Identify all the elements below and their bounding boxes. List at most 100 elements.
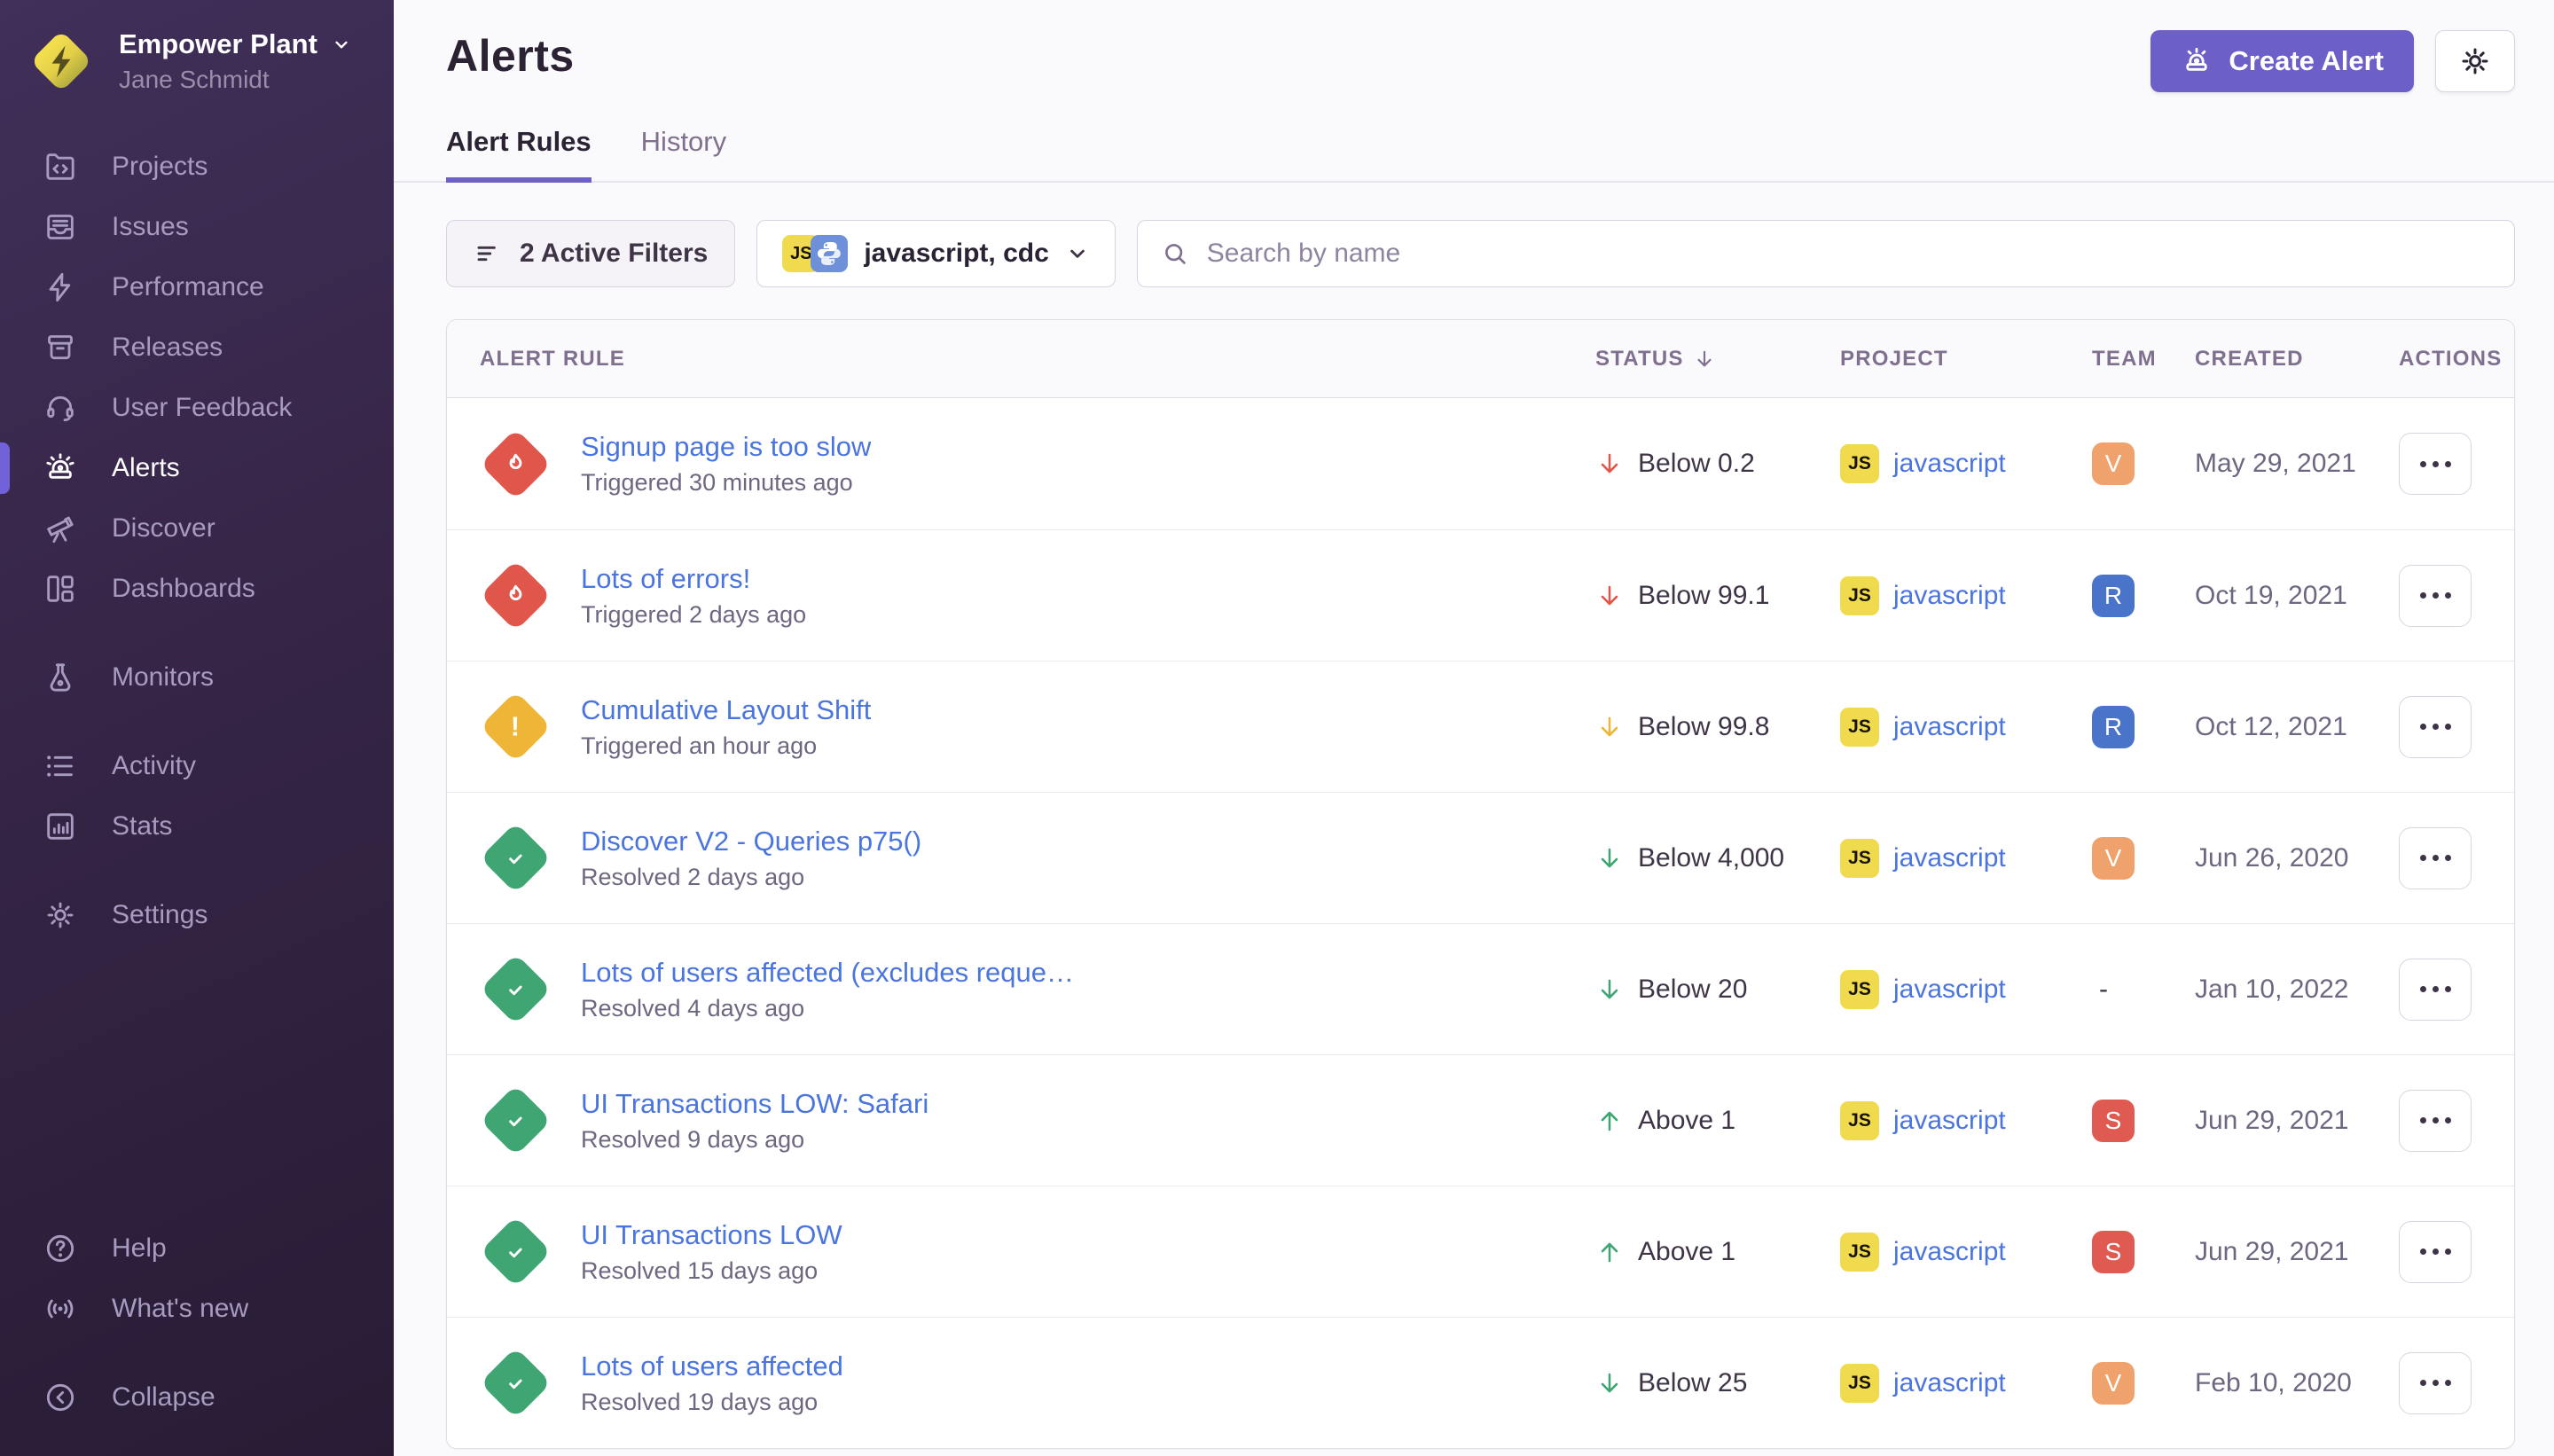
sidebar-item-label: Activity bbox=[112, 751, 196, 781]
active-indicator bbox=[0, 442, 10, 494]
status-threshold: Below 0.2 bbox=[1638, 449, 1755, 479]
check-icon bbox=[501, 844, 529, 873]
arrow-down-icon bbox=[1595, 844, 1624, 873]
sidebar-item-releases[interactable]: Releases bbox=[0, 317, 394, 378]
monitors-icon bbox=[43, 660, 78, 695]
tab-alert-rules[interactable]: Alert Rules bbox=[446, 126, 591, 183]
python-logo-icon bbox=[812, 237, 846, 270]
search-input[interactable] bbox=[1207, 239, 2491, 269]
project-link[interactable]: javascript bbox=[1893, 1237, 2006, 1267]
org-switcher[interactable]: Empower Plant Jane Schmidt bbox=[0, 0, 394, 117]
gear-icon bbox=[2458, 44, 2492, 78]
create-alert-button[interactable]: Create Alert bbox=[2151, 30, 2414, 92]
row-actions-button[interactable] bbox=[2399, 1090, 2472, 1152]
project-link[interactable]: javascript bbox=[1893, 1106, 2006, 1136]
project-link[interactable]: javascript bbox=[1893, 843, 2006, 873]
sidebar-item-dashboards[interactable]: Dashboards bbox=[0, 559, 394, 619]
table-row[interactable]: UI Transactions LOW: Safari Resolved 9 d… bbox=[447, 1054, 2514, 1186]
project-link[interactable]: javascript bbox=[1893, 581, 2006, 611]
column-header-status[interactable]: Status bbox=[1595, 347, 1840, 372]
tab-history[interactable]: History bbox=[641, 126, 726, 183]
sidebar-item-alerts[interactable]: Alerts bbox=[0, 438, 394, 498]
project-cell: JS javascript bbox=[1840, 1364, 2092, 1403]
nav-group-gap bbox=[0, 1339, 394, 1367]
table-row[interactable]: Signup page is too slow Triggered 30 min… bbox=[447, 398, 2514, 529]
sidebar-item-label: Projects bbox=[112, 152, 208, 182]
active-filters-button[interactable]: 2 Active Filters bbox=[446, 220, 735, 287]
sidebar-item-performance[interactable]: Performance bbox=[0, 257, 394, 317]
alert-rule-cell: Signup page is too slow Triggered 30 min… bbox=[447, 428, 1595, 499]
row-actions-button[interactable] bbox=[2399, 565, 2472, 627]
filter-icon bbox=[474, 239, 502, 268]
project-selector[interactable]: JS javascript, cdc bbox=[756, 220, 1115, 287]
team-cell: R bbox=[2092, 575, 2195, 617]
sidebar-item-settings[interactable]: Settings bbox=[0, 885, 394, 945]
sidebar-item-stats[interactable]: Stats bbox=[0, 796, 394, 857]
alert-rule-link[interactable]: Lots of errors! bbox=[581, 563, 806, 595]
column-header-created: Created bbox=[2195, 347, 2399, 372]
alert-settings-button[interactable] bbox=[2435, 30, 2515, 92]
alert-rule-link[interactable]: Signup page is too slow bbox=[581, 431, 871, 463]
team-cell: V bbox=[2092, 442, 2195, 485]
project-link[interactable]: javascript bbox=[1893, 975, 2006, 1005]
alert-rule-cell: ! Cumulative Layout Shift Triggered an h… bbox=[447, 692, 1595, 763]
python-project-icon bbox=[811, 235, 848, 272]
project-link[interactable]: javascript bbox=[1893, 712, 2006, 742]
sidebar-item-activity[interactable]: Activity bbox=[0, 736, 394, 796]
row-actions-button[interactable] bbox=[2399, 827, 2472, 889]
alert-status-icon bbox=[480, 1217, 551, 1288]
discover-icon bbox=[43, 511, 78, 546]
created-cell: Feb 10, 2020 bbox=[2195, 1368, 2399, 1398]
sidebar-item-discover[interactable]: Discover bbox=[0, 498, 394, 559]
project-cell: JS javascript bbox=[1840, 708, 2092, 747]
header-actions: Create Alert bbox=[2151, 30, 2515, 92]
nav-group-gap bbox=[0, 619, 394, 647]
project-cell: JS javascript bbox=[1840, 1101, 2092, 1140]
alert-rule-link[interactable]: Lots of users affected bbox=[581, 1350, 843, 1382]
table-row[interactable]: Discover V2 - Queries p75() Resolved 2 d… bbox=[447, 792, 2514, 923]
project-link[interactable]: javascript bbox=[1893, 449, 2006, 479]
table-row[interactable]: ! Cumulative Layout Shift Triggered an h… bbox=[447, 661, 2514, 792]
alert-rule-activity: Resolved 19 days ago bbox=[581, 1389, 843, 1416]
alert-rule-link[interactable]: Discover V2 - Queries p75() bbox=[581, 826, 921, 857]
alert-rule-link[interactable]: UI Transactions LOW bbox=[581, 1219, 842, 1251]
sidebar-item-label: Stats bbox=[112, 811, 172, 842]
table-row[interactable]: UI Transactions LOW Resolved 15 days ago… bbox=[447, 1186, 2514, 1317]
status-threshold: Below 4,000 bbox=[1638, 843, 1784, 873]
dashboards-icon bbox=[43, 571, 78, 607]
row-actions-button[interactable] bbox=[2399, 433, 2472, 495]
table-row[interactable]: Lots of errors! Triggered 2 days ago Bel… bbox=[447, 529, 2514, 661]
projects-icon bbox=[43, 149, 78, 184]
table-row[interactable]: Lots of users affected Resolved 19 days … bbox=[447, 1317, 2514, 1448]
alert-rule-cell: Discover V2 - Queries p75() Resolved 2 d… bbox=[447, 823, 1595, 894]
sidebar-item-issues[interactable]: Issues bbox=[0, 197, 394, 257]
check-icon bbox=[501, 1238, 529, 1266]
sidebar-item-what-s-new[interactable]: What's new bbox=[0, 1279, 394, 1339]
arrow-up-icon bbox=[1595, 1107, 1624, 1135]
sidebar-item-user-feedback[interactable]: User Feedback bbox=[0, 378, 394, 438]
alert-rule-link[interactable]: Cumulative Layout Shift bbox=[581, 694, 871, 726]
main-content: Alerts Create Alert Alert RulesHistory 2… bbox=[394, 0, 2554, 1456]
row-actions-button[interactable] bbox=[2399, 959, 2472, 1021]
alert-rule-link[interactable]: Lots of users affected (excludes reque… bbox=[581, 957, 1074, 989]
sidebar-item-monitors[interactable]: Monitors bbox=[0, 647, 394, 708]
table-row[interactable]: Lots of users affected (excludes reque… … bbox=[447, 923, 2514, 1054]
search-icon bbox=[1161, 239, 1189, 268]
row-actions-button[interactable] bbox=[2399, 696, 2472, 758]
sort-desc-icon bbox=[1693, 348, 1716, 371]
table-header-row: Alert RuleStatusProjectTeamCreatedAction… bbox=[447, 320, 2514, 398]
column-header-alert-rule: Alert Rule bbox=[447, 347, 1595, 372]
alert-rule-cell: Lots of users affected Resolved 19 days … bbox=[447, 1348, 1595, 1419]
row-actions-button[interactable] bbox=[2399, 1352, 2472, 1414]
alert-status-icon bbox=[480, 1348, 551, 1419]
sidebar-item-help[interactable]: Help bbox=[0, 1218, 394, 1279]
sidebar-item-projects[interactable]: Projects bbox=[0, 137, 394, 197]
alert-rule-link[interactable]: UI Transactions LOW: Safari bbox=[581, 1088, 928, 1120]
project-link[interactable]: javascript bbox=[1893, 1368, 2006, 1398]
actions-cell bbox=[2399, 433, 2514, 495]
row-actions-button[interactable] bbox=[2399, 1221, 2472, 1283]
sidebar-item-collapse[interactable]: Collapse bbox=[0, 1367, 394, 1428]
javascript-project-icon: JS bbox=[1840, 1101, 1879, 1140]
filter-icon bbox=[474, 239, 502, 268]
team-avatar: V bbox=[2092, 1362, 2135, 1405]
